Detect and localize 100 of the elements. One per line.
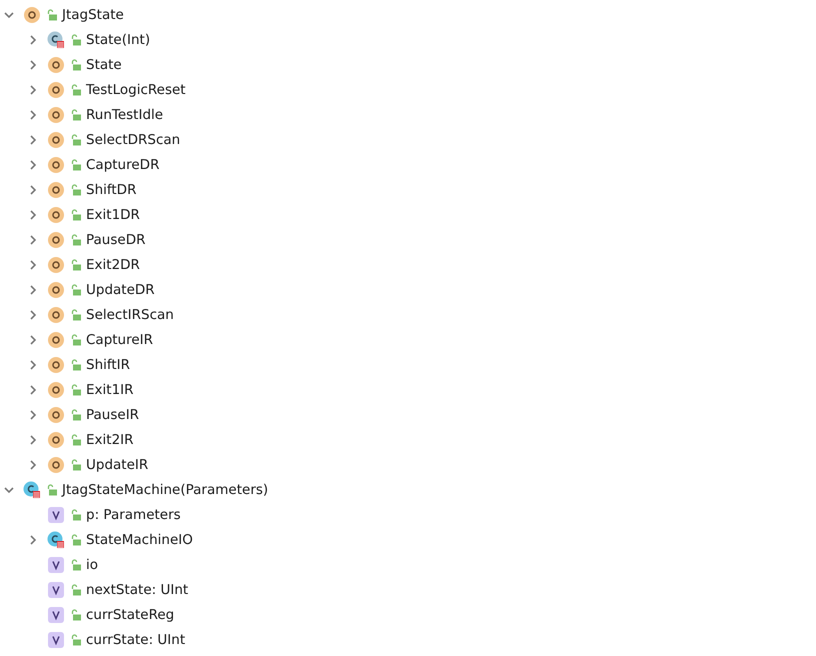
variable-icon — [47, 580, 65, 598]
tree-item[interactable]: p: Parameters — [24, 502, 816, 527]
class-icon — [47, 530, 65, 548]
tree-item-label: TestLogicReset — [86, 82, 186, 98]
tree-item[interactable]: PauseIR — [24, 402, 816, 427]
tree-item-label: currStateReg — [86, 606, 174, 622]
unlock-icon — [70, 258, 82, 270]
tree-item[interactable]: Exit2IR — [24, 427, 816, 452]
unlock-icon — [70, 284, 82, 296]
object-icon — [47, 106, 65, 124]
tree-item[interactable]: Exit1DR — [24, 202, 816, 227]
variable-icon — [47, 606, 65, 624]
unlock-icon — [70, 434, 82, 446]
tree-item-label: CaptureIR — [86, 332, 154, 348]
object-icon — [47, 180, 65, 198]
object-icon — [47, 130, 65, 148]
tree-item[interactable]: SelectIRScan — [24, 302, 816, 327]
tree-item[interactable]: State(Int) — [24, 27, 816, 52]
object-icon — [47, 206, 65, 224]
tree-item[interactable]: ShiftDR — [24, 177, 816, 202]
tree-item[interactable]: JtagState — [0, 2, 816, 27]
tree-item-label: SelectIRScan — [86, 306, 174, 322]
unlock-icon — [70, 208, 82, 220]
object-icon — [47, 256, 65, 274]
object-icon — [47, 230, 65, 248]
object-icon — [47, 156, 65, 174]
unlock-icon — [70, 108, 82, 120]
tree-item[interactable]: nextState: UInt — [24, 577, 816, 602]
unlock-icon — [70, 308, 82, 320]
tree-item-label: JtagStateMachine(Parameters) — [62, 482, 268, 498]
unlock-icon — [46, 484, 58, 496]
unlock-icon — [70, 34, 82, 46]
tree-item[interactable]: RunTestIdle — [24, 102, 816, 127]
unlock-icon — [70, 134, 82, 146]
tree-item[interactable]: StateMachineIO — [24, 527, 816, 552]
tree-item-label: nextState: UInt — [86, 582, 188, 598]
class-icon — [47, 30, 65, 48]
unlock-icon — [70, 634, 82, 646]
tree-item-label: JtagState — [62, 6, 124, 22]
unlock-icon — [70, 608, 82, 620]
tree-item-label: State(Int) — [86, 32, 150, 48]
tree-item[interactable]: SelectDRScan — [24, 127, 816, 152]
tree-item-label: Exit1IR — [86, 382, 134, 398]
object-icon — [47, 280, 65, 298]
unlock-icon — [70, 458, 82, 470]
tree-item[interactable]: currStateReg — [24, 602, 816, 627]
tree-item-label: Exit2IR — [86, 432, 134, 448]
tree-item-label: UpdateDR — [86, 282, 155, 298]
class-icon — [23, 480, 41, 498]
tree-item[interactable]: Exit2DR — [24, 252, 816, 277]
tree-item[interactable]: ShiftIR — [24, 352, 816, 377]
tree-item-label: Exit2DR — [86, 256, 140, 272]
unlock-icon — [46, 8, 58, 20]
unlock-icon — [70, 508, 82, 520]
unlock-icon — [70, 158, 82, 170]
tree-item[interactable]: CaptureDR — [24, 152, 816, 177]
variable-icon — [47, 630, 65, 648]
unlock-icon — [70, 408, 82, 420]
unlock-icon — [70, 558, 82, 570]
object-icon — [47, 430, 65, 448]
tree-item-label: p: Parameters — [86, 506, 181, 522]
unlock-icon — [70, 334, 82, 346]
tree-item-label: SelectDRScan — [86, 132, 180, 148]
tree-item-label: StateMachineIO — [86, 532, 193, 548]
tree-item-label: ShiftDR — [86, 182, 136, 198]
unlock-icon — [70, 534, 82, 546]
tree-item[interactable]: io — [24, 552, 816, 577]
variable-icon — [47, 506, 65, 524]
unlock-icon — [70, 584, 82, 596]
tree-item-label: RunTestIdle — [86, 106, 164, 122]
tree-item[interactable]: UpdateDR — [24, 277, 816, 302]
tree-item-label: currState: UInt — [86, 632, 186, 648]
object-icon — [47, 380, 65, 398]
tree-item-label: PauseDR — [86, 232, 146, 248]
unlock-icon — [70, 358, 82, 370]
unlock-icon — [70, 184, 82, 196]
unlock-icon — [70, 84, 82, 96]
tree-item[interactable]: Exit1IR — [24, 377, 816, 402]
tree-item[interactable]: TestLogicReset — [24, 77, 816, 102]
tree-item[interactable]: CaptureIR — [24, 327, 816, 352]
tree-item-label: PauseIR — [86, 406, 140, 422]
unlock-icon — [70, 384, 82, 396]
object-icon — [47, 80, 65, 98]
unlock-icon — [70, 58, 82, 70]
object-icon — [47, 306, 65, 324]
tree-item[interactable]: UpdateIR — [24, 452, 816, 477]
variable-icon — [47, 556, 65, 574]
tree-item-label: Exit1DR — [86, 206, 140, 222]
tree-item[interactable]: State — [24, 52, 816, 77]
tree-item[interactable]: PauseDR — [24, 227, 816, 252]
object-icon — [23, 6, 41, 24]
tree-item[interactable]: JtagStateMachine(Parameters) — [0, 477, 816, 502]
tree-item-label: ShiftIR — [86, 356, 130, 372]
tree-item[interactable]: currState: UInt — [24, 627, 816, 652]
tree-item-label: CaptureDR — [86, 156, 160, 172]
tree-item-label: UpdateIR — [86, 456, 148, 472]
object-icon — [47, 330, 65, 348]
object-icon — [47, 356, 65, 374]
tree-item-label: io — [86, 556, 98, 572]
unlock-icon — [70, 234, 82, 246]
